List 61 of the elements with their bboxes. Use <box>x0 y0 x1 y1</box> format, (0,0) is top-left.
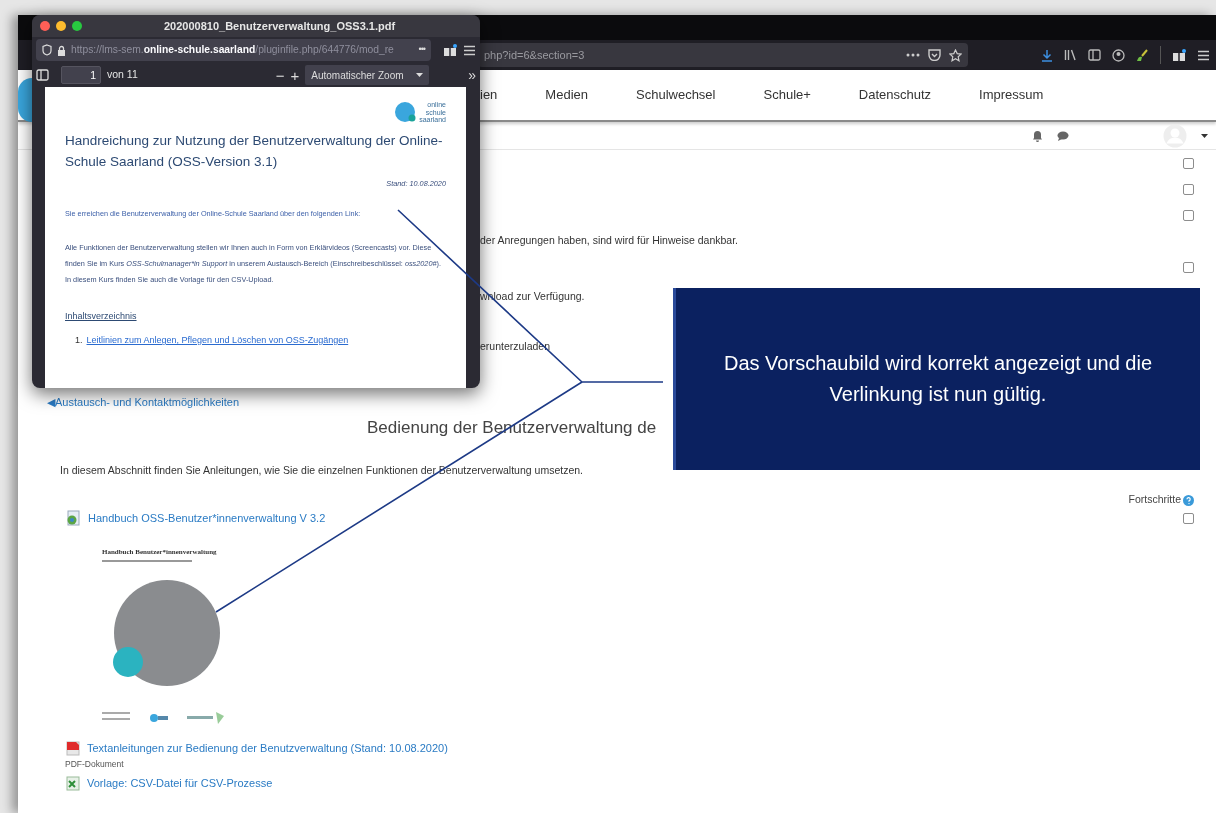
pocket-icon[interactable] <box>928 49 941 61</box>
document-icon[interactable] <box>66 510 82 527</box>
gift-icon[interactable] <box>443 43 457 57</box>
zoom-in-button[interactable]: + <box>290 67 300 83</box>
caret-icon <box>415 73 423 77</box>
checkbox[interactable] <box>1183 157 1194 169</box>
nav-link[interactable]: Datenschutz <box>858 85 932 105</box>
list-number: 1. <box>75 335 83 345</box>
checkbox[interactable] <box>1183 209 1194 221</box>
toc-heading: Inhaltsverzeichnis <box>65 309 138 323</box>
site-logo[interactable] <box>18 78 32 122</box>
logo-icon <box>394 101 417 124</box>
activity-link[interactable]: Textanleitungen zur Bedienung der Benutzverwaltung (Stand: 10.08.2020) <box>87 739 448 756</box>
more-tools-button[interactable]: » <box>468 68 476 82</box>
sidebar-icon[interactable] <box>1088 49 1101 61</box>
caret-icon[interactable] <box>1201 133 1208 138</box>
window-title: 202000810_Benutzerverwaltung_OSS3.1.pdf <box>164 18 396 34</box>
star-icon[interactable] <box>949 48 962 62</box>
menu-icon[interactable] <box>463 44 476 56</box>
nav-link[interactable]: ien <box>480 85 498 105</box>
file-type-label: PDF-Dokument <box>65 758 125 771</box>
pdf-icon[interactable] <box>65 739 81 756</box>
zoom-out-button[interactable]: − <box>275 67 285 83</box>
back-link[interactable]: ◀Austausch- und Kontaktmöglichkeiten <box>47 394 240 411</box>
text-lines-icon <box>102 560 192 563</box>
gift-icon[interactable] <box>1172 48 1186 62</box>
callout-box: Das Vorschaubild wird korrekt angezeigt und die Verlinkung ist nun gültig. <box>673 288 1200 470</box>
sidebar-toggle-icon[interactable] <box>36 69 49 81</box>
close-icon[interactable] <box>40 21 50 31</box>
checkbox[interactable] <box>1183 261 1194 273</box>
nav-link[interactable]: Schule+ <box>763 85 811 105</box>
toc-link[interactable]: Leitlinien zum Anlegen, Pflegen und Löschen von OSS-Zugängen <box>86 335 349 345</box>
chat-icon[interactable] <box>1057 130 1069 141</box>
checkbox[interactable] <box>1183 512 1194 524</box>
menu-icon[interactable] <box>1197 49 1210 61</box>
address-bar[interactable]: https://lms-sem.online-schule.saarland/pluginfile.php/644776/mod_re ••• <box>36 39 431 61</box>
shield-icon[interactable] <box>42 44 52 56</box>
more-icon[interactable]: ••• <box>418 43 425 57</box>
activity-link[interactable]: Handbuch OSS-Benutzer*innenverwaltung V 3.2 <box>88 510 326 527</box>
document-heading: Handreichung zur Nutzung der Benutzerverwaltung der Online-Schule Saarland (OSS-Version 3.1) <box>65 131 444 171</box>
nav-link[interactable]: Impressum <box>979 85 1044 105</box>
zoom-select[interactable]: Automatischer Zoom <box>305 65 429 85</box>
account-icon[interactable] <box>1112 48 1125 62</box>
page-count-label: von 11 <box>107 67 138 83</box>
lock-icon[interactable] <box>57 44 66 56</box>
checkbox[interactable] <box>1183 183 1194 195</box>
spreadsheet-icon[interactable] <box>65 775 81 791</box>
bell-icon[interactable] <box>1032 129 1043 142</box>
page-number-field[interactable]: 1 <box>61 66 101 84</box>
body-text: der Anregungen haben, sind wird für Hinweise dankbar. <box>480 233 738 249</box>
progress-label: Fortschritte <box>1128 492 1181 508</box>
nav-link[interactable]: Schulwechsel <box>636 85 716 105</box>
address-bar[interactable]: php?id=6&section=3 <box>478 43 968 67</box>
help-icon[interactable] <box>1183 494 1194 506</box>
library-icon[interactable] <box>1064 49 1077 61</box>
download-icon[interactable] <box>1041 48 1053 62</box>
brush-icon[interactable] <box>1136 48 1149 62</box>
maximize-icon[interactable] <box>72 21 82 31</box>
minimize-icon[interactable] <box>56 21 66 31</box>
activity-link[interactable]: Vorlage: CSV-Datei für CSV-Prozesse <box>87 774 273 792</box>
nav-link[interactable]: Medien <box>545 85 588 105</box>
